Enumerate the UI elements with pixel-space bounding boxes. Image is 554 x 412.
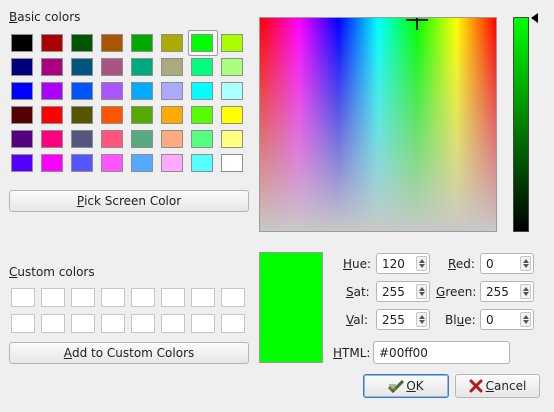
basic-color-swatch[interactable] (131, 130, 153, 148)
green-stepper[interactable] (520, 284, 531, 299)
html-label: HTML: (333, 346, 371, 360)
sat-spinbox[interactable]: 255 (376, 281, 430, 302)
luminance-slider[interactable] (513, 17, 529, 232)
add-to-custom-colors-button[interactable]: Add to Custom Colors (9, 342, 249, 364)
basic-color-swatch[interactable] (161, 58, 183, 76)
blue-label: Blue: (445, 313, 476, 327)
ok-button[interactable]: OK (363, 374, 449, 398)
cancel-x-icon (469, 379, 483, 393)
blue-stepper[interactable] (520, 312, 531, 327)
basic-color-swatch[interactable] (221, 58, 243, 76)
basic-color-swatch[interactable] (71, 154, 93, 172)
basic-color-swatch[interactable] (101, 130, 123, 148)
basic-color-swatch[interactable] (101, 154, 123, 172)
custom-color-slot[interactable] (191, 288, 215, 307)
basic-color-swatch[interactable] (41, 34, 63, 52)
custom-color-slot[interactable] (11, 288, 35, 307)
custom-color-slot[interactable] (131, 288, 155, 307)
basic-color-swatch[interactable] (101, 106, 123, 124)
val-spinbox[interactable]: 255 (376, 309, 430, 330)
basic-color-swatch[interactable] (221, 82, 243, 100)
basic-color-swatch[interactable] (191, 82, 213, 100)
sat-label: Sat: (346, 285, 370, 299)
basic-color-swatch[interactable] (161, 130, 183, 148)
basic-color-swatch[interactable] (71, 58, 93, 76)
val-stepper[interactable] (416, 312, 427, 327)
green-label: Green: (436, 285, 477, 299)
basic-color-swatch[interactable] (11, 58, 33, 76)
basic-color-swatch[interactable] (11, 130, 33, 148)
basic-color-swatch[interactable] (191, 106, 213, 124)
pick-screen-color-button[interactable]: Pick Screen Color (9, 190, 249, 212)
basic-colors-label: Basic colors (9, 10, 81, 24)
custom-color-slot[interactable] (71, 314, 95, 333)
basic-color-swatch[interactable] (11, 106, 33, 124)
custom-colors-label: Custom colors (9, 265, 95, 279)
custom-color-slot[interactable] (221, 288, 245, 307)
custom-color-slot[interactable] (11, 314, 35, 333)
basic-color-swatch[interactable] (191, 154, 213, 172)
basic-color-swatch[interactable] (71, 82, 93, 100)
custom-color-slot[interactable] (191, 314, 215, 333)
cancel-button[interactable]: Cancel (455, 374, 540, 398)
basic-color-swatch[interactable] (71, 34, 93, 52)
red-spinbox[interactable]: 0 (480, 253, 534, 274)
basic-color-swatch[interactable] (71, 130, 93, 148)
sat-stepper[interactable] (416, 284, 427, 299)
custom-color-slot[interactable] (41, 314, 65, 333)
luminance-arrow-icon[interactable] (531, 13, 538, 23)
custom-color-slot[interactable] (101, 288, 125, 307)
html-color-input[interactable]: #00ff00 (373, 341, 510, 364)
basic-color-swatch[interactable] (221, 154, 243, 172)
custom-color-slot[interactable] (161, 288, 185, 307)
basic-color-swatch[interactable] (131, 106, 153, 124)
basic-color-swatch[interactable] (161, 106, 183, 124)
red-stepper[interactable] (520, 256, 531, 271)
custom-color-slot[interactable] (131, 314, 155, 333)
blue-spinbox[interactable]: 0 (480, 309, 534, 330)
basic-color-swatch[interactable] (41, 82, 63, 100)
hue-label: Hue: (343, 257, 372, 271)
basic-color-swatch[interactable] (11, 82, 33, 100)
basic-color-swatch[interactable] (71, 106, 93, 124)
basic-color-swatch[interactable] (221, 34, 243, 52)
basic-color-swatch[interactable] (41, 154, 63, 172)
basic-color-swatch[interactable] (11, 34, 33, 52)
basic-color-swatch[interactable] (101, 82, 123, 100)
basic-color-swatch[interactable] (191, 34, 213, 52)
hue-saturation-picker[interactable] (259, 17, 497, 232)
basic-color-swatch[interactable] (41, 106, 63, 124)
custom-color-slot[interactable] (71, 288, 95, 307)
red-label: Red: (448, 257, 475, 271)
basic-color-swatch[interactable] (131, 154, 153, 172)
current-color-preview (259, 252, 323, 363)
basic-color-swatch[interactable] (221, 106, 243, 124)
basic-color-swatch[interactable] (221, 130, 243, 148)
custom-color-slot[interactable] (161, 314, 185, 333)
picker-crosshair[interactable] (406, 18, 428, 32)
basic-color-swatch[interactable] (131, 82, 153, 100)
basic-color-swatch[interactable] (11, 154, 33, 172)
basic-color-swatch[interactable] (41, 130, 63, 148)
custom-color-slot[interactable] (221, 314, 245, 333)
basic-color-swatch[interactable] (131, 58, 153, 76)
basic-color-swatch[interactable] (191, 58, 213, 76)
basic-color-swatch[interactable] (101, 34, 123, 52)
green-spinbox[interactable]: 255 (480, 281, 534, 302)
ok-check-icon (388, 379, 405, 393)
hue-spinbox[interactable]: 120 (376, 253, 430, 274)
basic-color-swatch[interactable] (161, 82, 183, 100)
custom-color-slot[interactable] (101, 314, 125, 333)
basic-color-swatch[interactable] (41, 58, 63, 76)
custom-color-slot[interactable] (41, 288, 65, 307)
basic-color-swatch[interactable] (101, 58, 123, 76)
val-label: Val: (346, 313, 369, 327)
basic-color-swatch[interactable] (131, 34, 153, 52)
hue-stepper[interactable] (416, 256, 427, 271)
basic-color-swatch[interactable] (161, 34, 183, 52)
basic-color-swatch[interactable] (191, 130, 213, 148)
basic-color-swatch[interactable] (161, 154, 183, 172)
